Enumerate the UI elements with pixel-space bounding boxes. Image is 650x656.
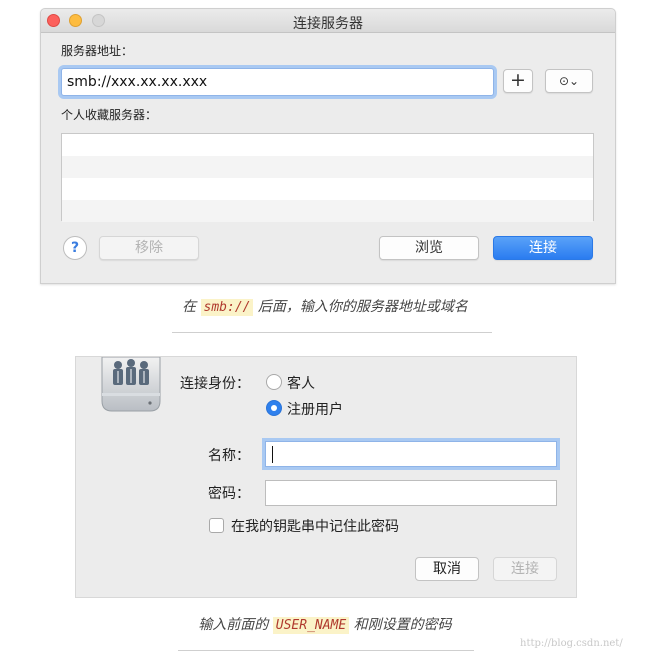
code-inline: smb:// bbox=[200, 299, 254, 316]
favorite-servers-list[interactable] bbox=[61, 133, 594, 222]
window-title: 连接服务器 bbox=[293, 16, 363, 32]
login-dialog: 连接身份： 客人 注册用户 名称： 密码： 在我的钥匙串中记住此密码 取消 连接 bbox=[75, 356, 577, 598]
watermark: http://blog.csdn.net/ bbox=[520, 638, 623, 649]
cancel-button[interactable]: 取消 bbox=[415, 557, 479, 581]
code-inline: USER_NAME bbox=[272, 617, 350, 634]
add-favorite-button[interactable]: + bbox=[503, 69, 533, 93]
password-label: 密码： bbox=[208, 486, 250, 502]
name-input[interactable] bbox=[265, 441, 557, 467]
divider bbox=[172, 332, 492, 333]
guest-radio[interactable] bbox=[266, 374, 282, 390]
caption-prefix: 在 bbox=[182, 299, 201, 315]
browse-button[interactable]: 浏览 bbox=[379, 236, 479, 260]
caption-username: 输入前面的 USER_NAME 和刚设置的密码 bbox=[0, 614, 650, 634]
list-item[interactable] bbox=[62, 156, 593, 178]
list-item[interactable] bbox=[62, 200, 593, 222]
server-address-label: 服务器地址： bbox=[61, 44, 134, 58]
network-drive-icon bbox=[101, 357, 161, 412]
caption-suffix: 和刚设置的密码 bbox=[349, 617, 452, 633]
server-address-input[interactable] bbox=[61, 68, 494, 96]
title-bar: 连接服务器 bbox=[41, 9, 615, 33]
text-cursor bbox=[272, 446, 273, 463]
remember-password-label[interactable]: 在我的钥匙串中记住此密码 bbox=[231, 516, 399, 536]
caption-suffix: 后面，输入你的服务器地址或域名 bbox=[253, 299, 468, 315]
caption-server-address: 在 smb:// 后面，输入你的服务器地址或域名 bbox=[0, 296, 650, 316]
divider bbox=[178, 650, 474, 651]
password-input[interactable] bbox=[265, 480, 557, 506]
connect-as-label: 连接身份： bbox=[180, 376, 250, 392]
recent-servers-button[interactable]: ⊙⌄ bbox=[545, 69, 593, 93]
favorite-servers-label: 个人收藏服务器： bbox=[61, 108, 158, 122]
registered-user-label[interactable]: 注册用户 bbox=[287, 399, 343, 419]
login-connect-button[interactable]: 连接 bbox=[493, 557, 557, 581]
help-button[interactable]: ? bbox=[63, 236, 87, 260]
remove-button[interactable]: 移除 bbox=[99, 236, 199, 260]
list-item[interactable] bbox=[62, 134, 593, 156]
connect-button[interactable]: 连接 bbox=[493, 236, 593, 260]
connect-to-server-window: 连接服务器 服务器地址： + ⊙⌄ 个人收藏服务器： ? 移除 浏览 连接 bbox=[40, 8, 616, 284]
guest-label[interactable]: 客人 bbox=[287, 373, 315, 393]
caption-prefix: 输入前面的 bbox=[198, 617, 273, 633]
registered-user-radio[interactable] bbox=[266, 400, 282, 416]
list-item[interactable] bbox=[62, 178, 593, 200]
name-label: 名称： bbox=[208, 448, 250, 464]
remember-password-checkbox[interactable] bbox=[209, 518, 224, 533]
